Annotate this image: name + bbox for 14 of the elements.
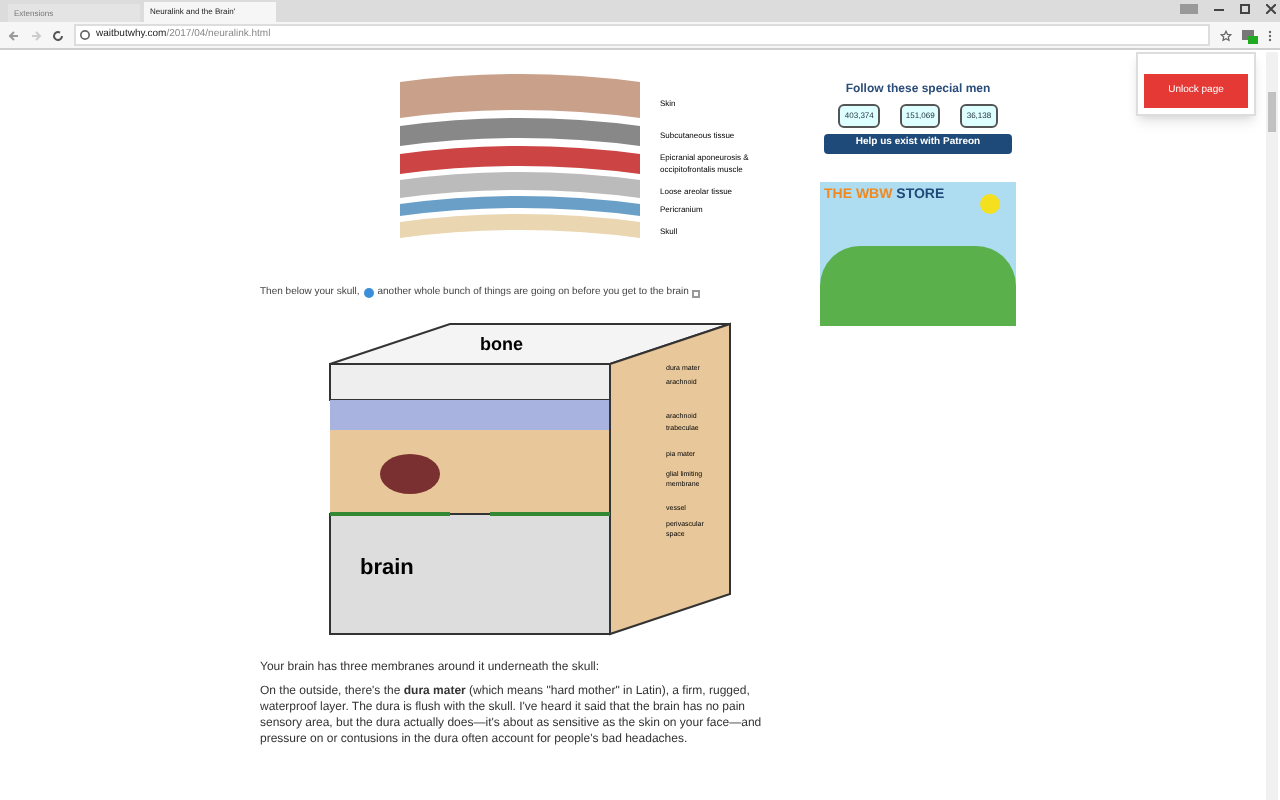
info-icon xyxy=(80,30,90,40)
reload-icon[interactable] xyxy=(52,29,64,41)
minimize-icon[interactable] xyxy=(1214,4,1224,14)
diagram-label: brain xyxy=(360,555,414,579)
back-icon[interactable] xyxy=(8,29,20,41)
star-icon[interactable] xyxy=(1220,29,1232,41)
footnote-icon[interactable] xyxy=(363,288,374,299)
diagram-label: bone xyxy=(480,333,523,353)
scrollbar-thumb[interactable] xyxy=(1268,92,1276,132)
close-icon[interactable] xyxy=(1266,4,1276,14)
sun-icon xyxy=(980,194,1000,214)
restore-icon[interactable] xyxy=(1240,4,1250,14)
footnote-icon[interactable] xyxy=(692,289,701,298)
extension-icon[interactable] xyxy=(1242,27,1258,43)
